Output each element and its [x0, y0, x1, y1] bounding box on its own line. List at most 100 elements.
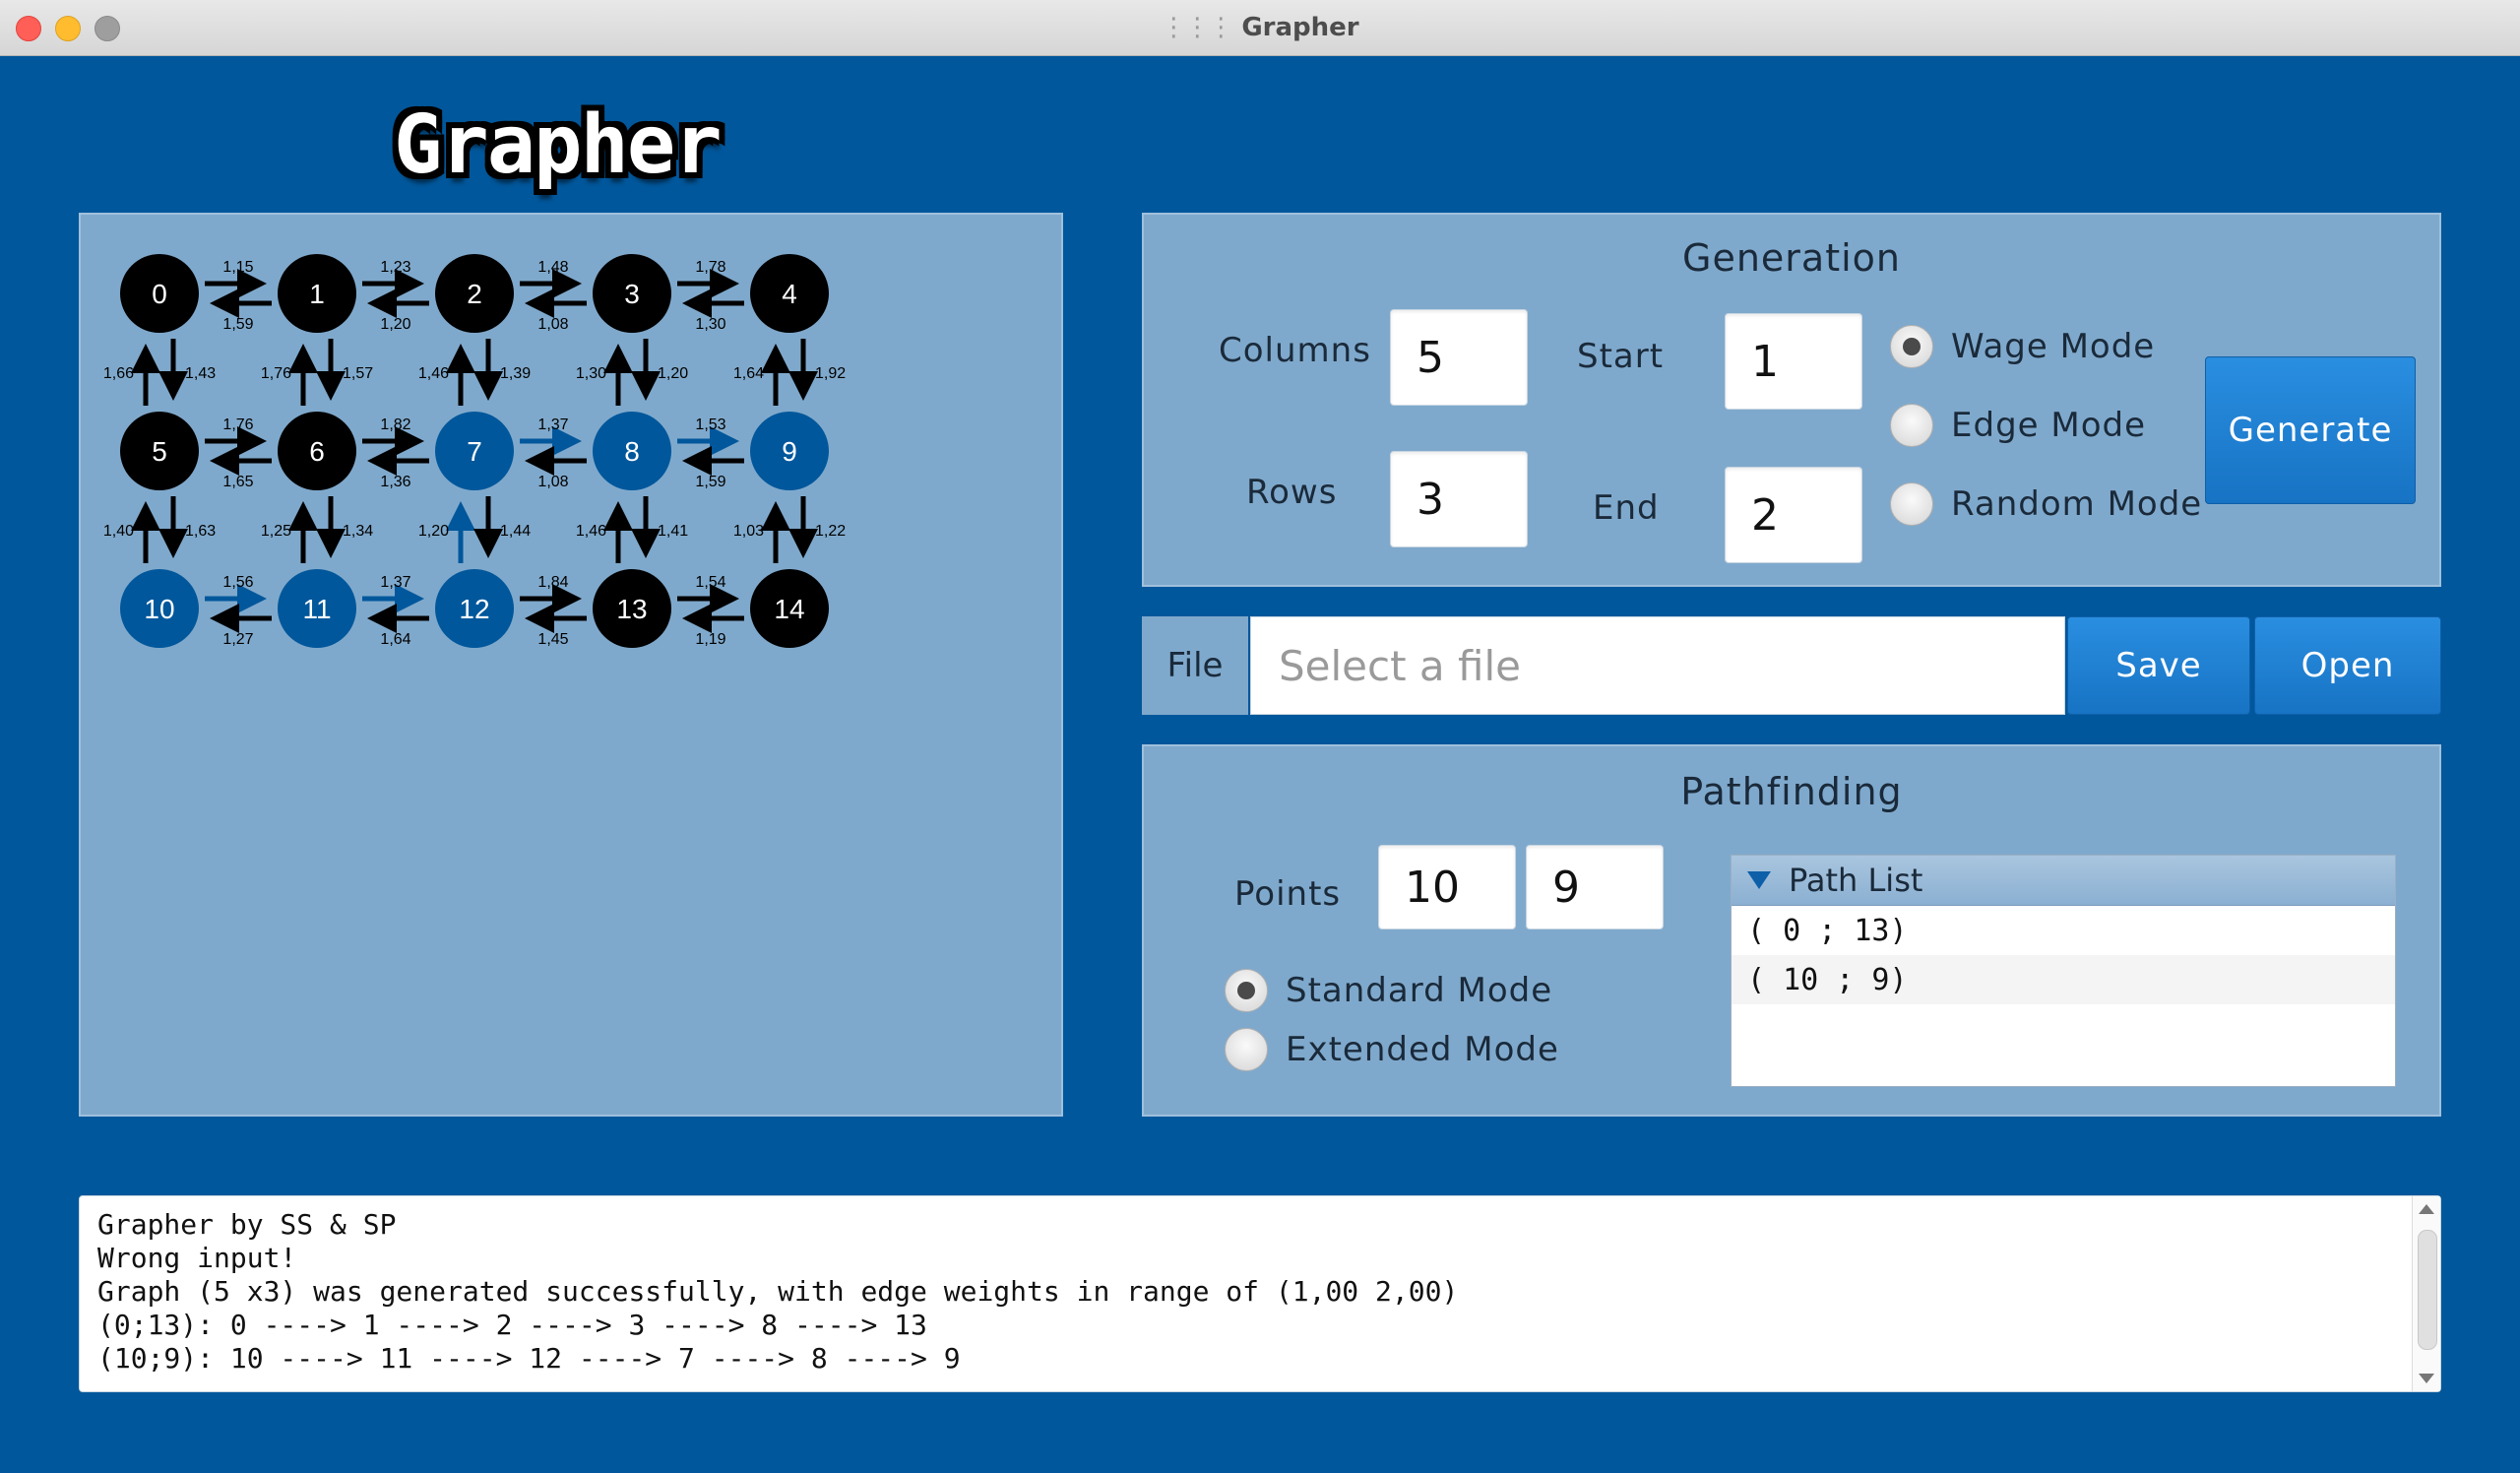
graph-node-label: 2 — [467, 279, 482, 309]
wage-mode-radio[interactable]: Wage Mode — [1890, 325, 2155, 368]
random-mode-label: Random Mode — [1951, 484, 2203, 524]
edge-weight-label: 1,23 — [380, 259, 410, 276]
log-line: Graph (5 x3) was generated successfully,… — [97, 1275, 1459, 1308]
edge-weight-label: 1,43 — [185, 365, 216, 382]
edge-weight-label: 1,39 — [500, 365, 531, 382]
edge-weight-label: 1,78 — [695, 259, 725, 276]
generation-title: Generation — [1682, 236, 1901, 280]
edge-weight-label: 1,03 — [733, 523, 764, 540]
edge-weight-label: 1,30 — [576, 365, 606, 382]
edge-weight-label: 1,82 — [380, 416, 410, 433]
log-line: (0;13): 0 ----> 1 ----> 2 ----> 3 ----> … — [97, 1309, 927, 1341]
file-label: File — [1142, 616, 1248, 715]
console-scrollbar[interactable] — [2412, 1196, 2440, 1391]
graph-node-label: 10 — [144, 594, 174, 624]
graph-node-label: 11 — [302, 594, 331, 624]
extended-mode-label: Extended Mode — [1286, 1030, 1559, 1069]
edge-weight-label: 1,76 — [261, 365, 291, 382]
graph-node-label: 1 — [309, 279, 325, 309]
edge-weight-label: 1,44 — [500, 523, 531, 540]
edge-mode-radio-dot[interactable] — [1890, 404, 1933, 447]
edge-weight-label: 1,08 — [537, 316, 568, 333]
edge-weight-label: 1,15 — [222, 259, 253, 276]
path-list-title: Path List — [1789, 862, 1923, 899]
path-list-item[interactable]: ( 10 ; 9) — [1732, 955, 2395, 1004]
points-label: Points — [1234, 874, 1342, 914]
standard-mode-radio-dot[interactable] — [1225, 969, 1268, 1012]
window-title: ⋮⋮⋮ Grapher — [0, 0, 2520, 55]
generate-button[interactable]: Generate — [2205, 356, 2416, 504]
wage-mode-label: Wage Mode — [1951, 327, 2156, 366]
edge-weight-label: 1,92 — [815, 365, 846, 382]
standard-mode-label: Standard Mode — [1286, 971, 1553, 1010]
graph-node-label: 0 — [152, 279, 167, 309]
edge-weight-label: 1,48 — [537, 259, 568, 276]
file-path-input[interactable]: Select a file — [1250, 616, 2065, 715]
path-list-item[interactable]: ( 0 ; 13) — [1732, 906, 2395, 955]
edge-mode-radio[interactable]: Edge Mode — [1890, 404, 2146, 447]
edge-weight-label: 1,54 — [695, 574, 725, 591]
edge-weight-label: 1,76 — [222, 416, 253, 433]
edge-weight-label: 1,40 — [103, 523, 134, 540]
log-line: (10;9): 10 ----> 11 ----> 12 ----> 7 ---… — [97, 1342, 961, 1375]
graph-node-label: 8 — [624, 436, 640, 467]
collapse-triangle-icon[interactable] — [1747, 871, 1771, 889]
edge-weight-label: 1,63 — [185, 523, 216, 540]
edge-weight-label: 1,41 — [658, 523, 688, 540]
open-button[interactable]: Open — [2254, 616, 2441, 715]
graph-node-label: 3 — [624, 279, 640, 309]
edge-weight-label: 1,64 — [733, 365, 764, 382]
end-input[interactable]: 2 — [1725, 467, 1862, 563]
graph-node-label: 6 — [309, 436, 325, 467]
point-b-input[interactable]: 9 — [1526, 845, 1664, 929]
log-console[interactable]: Grapher by SS & SP Wrong input! Graph (5… — [79, 1195, 2441, 1392]
columns-label: Columns — [1219, 331, 1371, 370]
title-bar: ⋮⋮⋮ Grapher — [0, 0, 2520, 56]
graph-node-label: 7 — [467, 436, 482, 467]
path-list-header[interactable]: Path List — [1732, 856, 2395, 906]
point-a-input[interactable]: 10 — [1378, 845, 1516, 929]
rows-input[interactable]: 3 — [1390, 451, 1528, 547]
edge-weight-label: 1,34 — [343, 523, 373, 540]
edge-mode-label: Edge Mode — [1951, 406, 2147, 445]
graph-node-label: 13 — [616, 594, 647, 624]
columns-input[interactable]: 5 — [1390, 309, 1528, 406]
edge-weight-label: 1,30 — [695, 316, 725, 333]
edge-weight-label: 1,59 — [695, 474, 725, 490]
start-input[interactable]: 1 — [1725, 313, 1862, 410]
edge-weight-label: 1,56 — [222, 574, 253, 591]
graph-node-label: 5 — [152, 436, 167, 467]
edge-weight-label: 1,20 — [418, 523, 449, 540]
app-window: ⋮⋮⋮ Grapher Grapher 1,15 1,59 1,23 1,20 1,48 1… — [0, 0, 2520, 1473]
start-label: Start — [1577, 337, 1665, 376]
path-list[interactable]: Path List ( 0 ; 13) ( 10 ; 9) — [1731, 855, 2396, 1087]
scroll-thumb[interactable] — [2418, 1230, 2437, 1350]
standard-mode-radio[interactable]: Standard Mode — [1225, 969, 1552, 1012]
scroll-down-arrow-icon[interactable] — [2419, 1374, 2434, 1383]
edge-weight-label: 1,46 — [576, 523, 606, 540]
random-mode-radio-dot[interactable] — [1890, 482, 1933, 526]
app-logo: Grapher — [394, 98, 723, 192]
edge-weight-label: 1,37 — [537, 416, 568, 433]
edge-weight-label: 1,57 — [343, 365, 373, 382]
edge-weight-label: 1,37 — [380, 574, 410, 591]
edge-weight-label: 1,20 — [658, 365, 688, 382]
edge-weight-label: 1,65 — [222, 474, 253, 490]
log-line: Wrong input! — [97, 1242, 297, 1274]
scroll-up-arrow-icon[interactable] — [2419, 1204, 2434, 1214]
graph-node-label: 4 — [782, 279, 797, 309]
edge-weight-label: 1,36 — [380, 474, 410, 490]
window-title-text: Grapher — [1241, 13, 1359, 42]
save-button[interactable]: Save — [2067, 616, 2250, 715]
graph-node-label: 14 — [774, 594, 804, 624]
edge-weight-label: 1,84 — [537, 574, 568, 591]
edge-weight-label: 1,59 — [222, 316, 253, 333]
pathfinding-panel: Pathfinding Points 10 9 Standard Mode Ex… — [1142, 744, 2441, 1117]
extended-mode-radio-dot[interactable] — [1225, 1028, 1268, 1071]
graph-canvas[interactable]: 1,15 1,59 1,23 1,20 1,48 1,08 1,78 1,30 1,76 1,65… — [81, 215, 1061, 1115]
edge-weight-label: 1,53 — [695, 416, 725, 433]
extended-mode-radio[interactable]: Extended Mode — [1225, 1028, 1559, 1071]
random-mode-radio[interactable]: Random Mode — [1890, 482, 2202, 526]
graph-node-label: 9 — [782, 436, 797, 467]
wage-mode-radio-dot[interactable] — [1890, 325, 1933, 368]
